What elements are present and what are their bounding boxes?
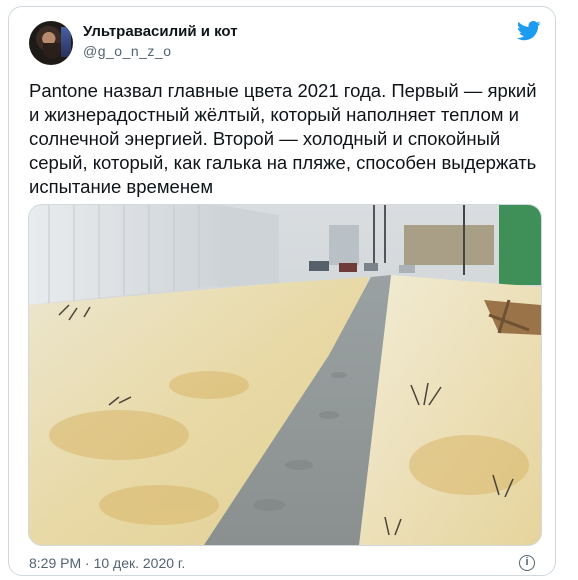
tweet-card[interactable]: Ультравасилий и кот @g_o_n_z_o Pantone н…	[8, 6, 556, 576]
user-handle[interactable]: @g_o_n_z_o	[83, 43, 172, 59]
display-name[interactable]: Ультравасилий и кот	[83, 23, 238, 40]
tweet-photo[interactable]	[28, 204, 542, 546]
tweet-text: Pantone назвал главные цвета 2021 года. …	[29, 80, 537, 197]
photo-snow-path	[29, 205, 541, 545]
avatar-glow	[61, 27, 71, 57]
twitter-bird-icon[interactable]	[517, 21, 541, 41]
timestamp[interactable]: 8:29 PM · 10 дек. 2020 г.	[29, 555, 185, 571]
avatar[interactable]	[29, 21, 73, 65]
avatar-beard	[43, 43, 61, 59]
info-icon[interactable]: i	[519, 555, 535, 571]
